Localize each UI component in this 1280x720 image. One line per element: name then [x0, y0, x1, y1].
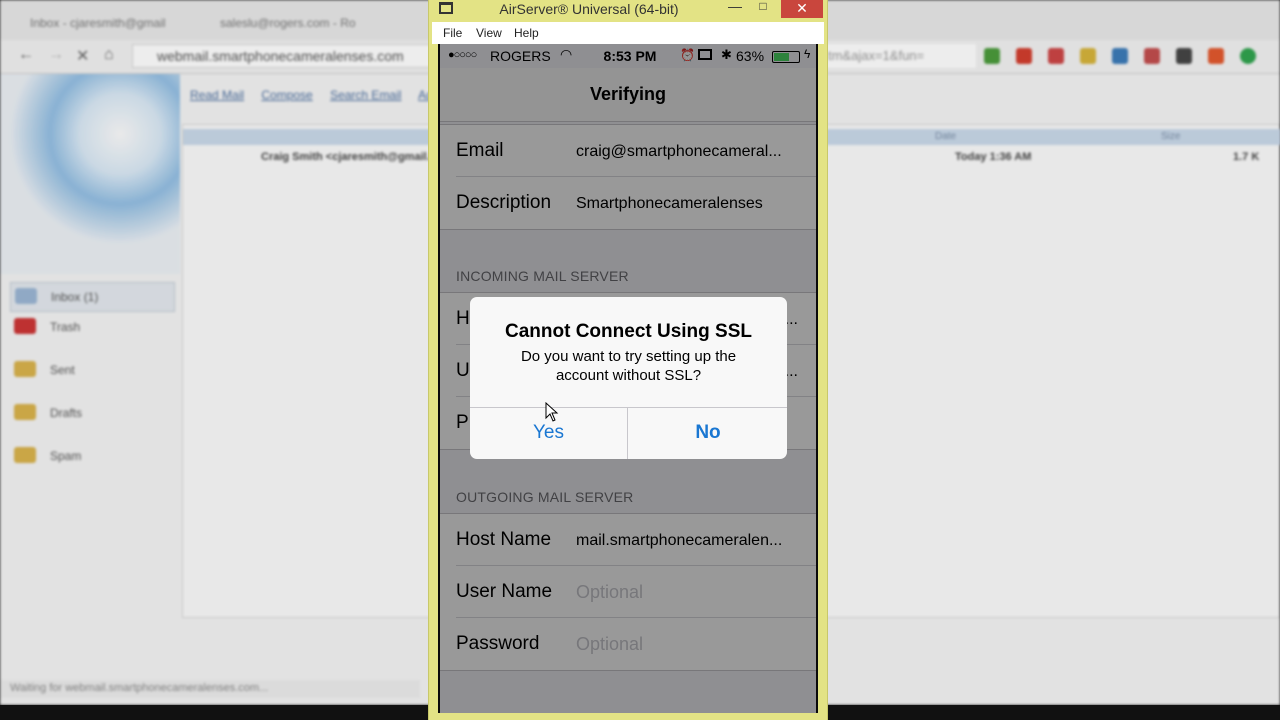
- back-arrow-icon[interactable]: ←: [18, 46, 34, 64]
- webmail-logo-art: [0, 74, 180, 274]
- extension-badge-icon[interactable]: [1144, 48, 1160, 64]
- close-button[interactable]: ✕: [781, 0, 823, 18]
- window-titlebar[interactable]: AirServer® Universal (64-bit) — □ ✕: [429, 0, 827, 20]
- message-size: 1.7 K: [1233, 151, 1260, 163]
- webmail-menu: Read Mail Compose Search Email Addr: [190, 88, 457, 102]
- stop-loading-icon[interactable]: ✕: [76, 46, 89, 66]
- folder-label: Drafts: [50, 406, 83, 420]
- read-mail-link[interactable]: Read Mail: [190, 88, 244, 102]
- alert-title: Cannot Connect Using SSL: [505, 321, 752, 342]
- maximize-button[interactable]: □: [753, 0, 773, 16]
- folder-label: Trash: [50, 320, 81, 334]
- extension-yellow-icon[interactable]: [1080, 48, 1096, 64]
- star-extension-icon[interactable]: [1208, 48, 1224, 64]
- sent-icon: [14, 361, 36, 377]
- size-column-header[interactable]: Size: [1161, 131, 1180, 142]
- browser-tab-rogers[interactable]: saleslu@rogers.com - Ro: [210, 10, 400, 38]
- extension-red-icon[interactable]: [1048, 48, 1064, 64]
- message-sender: Craig Smith <cjaresmith@gmail.c: [261, 151, 436, 163]
- spam-icon: [14, 447, 36, 463]
- folder-spam[interactable]: Spam: [10, 441, 175, 484]
- extension-blue-icon[interactable]: [1112, 48, 1128, 64]
- folder-drafts[interactable]: Drafts: [10, 398, 175, 441]
- iphone-screen: ●○○○○ ROGERS ◠ 8:53 PM ⏰ ✱ 63% ϟ Verifyi…: [438, 44, 818, 713]
- alert-message: Do you want to try setting up the accoun…: [520, 348, 737, 384]
- menu-view[interactable]: View: [476, 26, 502, 40]
- inbox-icon: [15, 288, 37, 304]
- mouse-cursor-icon: [545, 402, 559, 422]
- forward-arrow-icon[interactable]: →: [48, 46, 64, 64]
- folder-label: Sent: [50, 363, 75, 377]
- menu-file[interactable]: File: [443, 26, 462, 40]
- menu-bar: File View Help: [432, 22, 824, 44]
- trash-icon: [14, 318, 36, 334]
- browser-status-bar: Waiting for webmail.smartphonecameralens…: [0, 680, 420, 698]
- folder-sent[interactable]: Sent: [10, 355, 175, 398]
- address-bar[interactable]: webmail.smartphonecameralenses.com: [132, 44, 432, 68]
- alert-no-button[interactable]: No: [629, 408, 787, 459]
- browser-tab-gmail[interactable]: Inbox - cjaresmith@gmail: [20, 10, 200, 38]
- compose-link[interactable]: Compose: [261, 88, 312, 102]
- folder-list: Inbox (1) Trash Sent Drafts Spam: [10, 282, 175, 484]
- search-email-link[interactable]: Search Email: [330, 88, 401, 102]
- extension-circle-icon[interactable]: [1240, 48, 1256, 64]
- home-icon[interactable]: ⌂: [104, 46, 114, 64]
- extension-dark-icon[interactable]: [1176, 48, 1192, 64]
- folder-inbox[interactable]: Inbox (1): [10, 282, 175, 312]
- minimize-button[interactable]: —: [725, 0, 745, 16]
- ssl-alert-dialog: Cannot Connect Using SSL Do you want to …: [470, 297, 787, 459]
- drafts-icon: [14, 404, 36, 420]
- message-date: Today 1:36 AM: [955, 151, 1032, 163]
- screen: Inbox - cjaresmith@gmail saleslu@rogers.…: [0, 0, 1280, 720]
- extension-green-icon[interactable]: [984, 48, 1000, 64]
- folder-trash[interactable]: Trash: [10, 312, 175, 355]
- folder-label: Inbox (1): [51, 290, 99, 304]
- date-column-header[interactable]: Date: [935, 131, 956, 142]
- gmail-icon[interactable]: [1016, 48, 1032, 64]
- window-title: AirServer® Universal (64-bit): [499, 1, 679, 17]
- airserver-window: AirServer® Universal (64-bit) — □ ✕ File…: [428, 0, 828, 720]
- address-bar-overflow: tm&ajax=1&fun=: [826, 44, 976, 68]
- menu-help[interactable]: Help: [514, 26, 539, 40]
- folder-label: Spam: [50, 449, 82, 463]
